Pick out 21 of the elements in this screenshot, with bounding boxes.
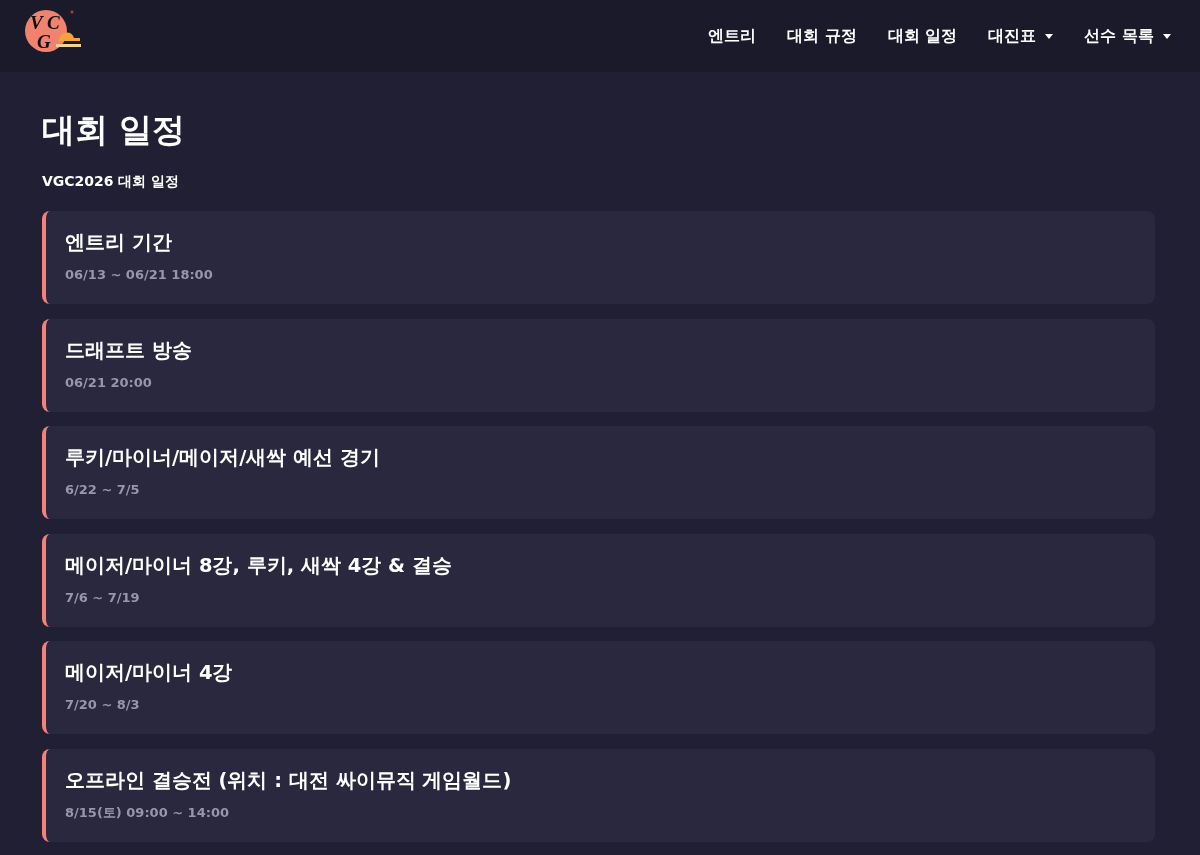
nav-link[interactable]: 엔트리 <box>708 25 757 47</box>
page-subtitle: VGC2026 대회 일정 <box>42 172 181 191</box>
event-date: 06/13 ~ 06/21 18:00 <box>65 266 214 284</box>
nav-dropdown[interactable]: 대진표 <box>988 25 1054 47</box>
caret-icon <box>1163 33 1171 39</box>
nav-dropdown[interactable]: 선수 목록 <box>1084 25 1171 47</box>
event-date: 6/22 ~ 7/5 <box>65 481 141 499</box>
event-title: 오프라인 결승전 (위치 : 대전 싸이뮤직 게임월드) <box>65 767 513 794</box>
nav-link[interactable]: 대회 규정 <box>787 25 857 47</box>
event-title: 메이저/마이너 8강, 루키, 새싹 4강 & 결승 <box>65 552 453 579</box>
event-date: 7/6 ~ 7/19 <box>65 588 141 607</box>
event-title: 엔트리 기간 <box>65 230 173 256</box>
event-title: 루키/마이너/메이저/새싹 예선 경기 <box>65 445 381 471</box>
event-date: 06/21 20:00 <box>65 373 153 392</box>
event-date: 8/15(토) 09:00 ~ 14:00 <box>65 803 230 822</box>
nav-link[interactable]: 대회 일정 <box>887 25 958 47</box>
page-title: 대회 일정 <box>42 111 187 149</box>
event-title: 드래프트 방송 <box>65 337 193 364</box>
caret-icon <box>1045 33 1054 39</box>
event-date: 7/20 ~ 8/3 <box>65 696 141 714</box>
event-title: 메이저/마이너 4강 <box>65 660 234 686</box>
